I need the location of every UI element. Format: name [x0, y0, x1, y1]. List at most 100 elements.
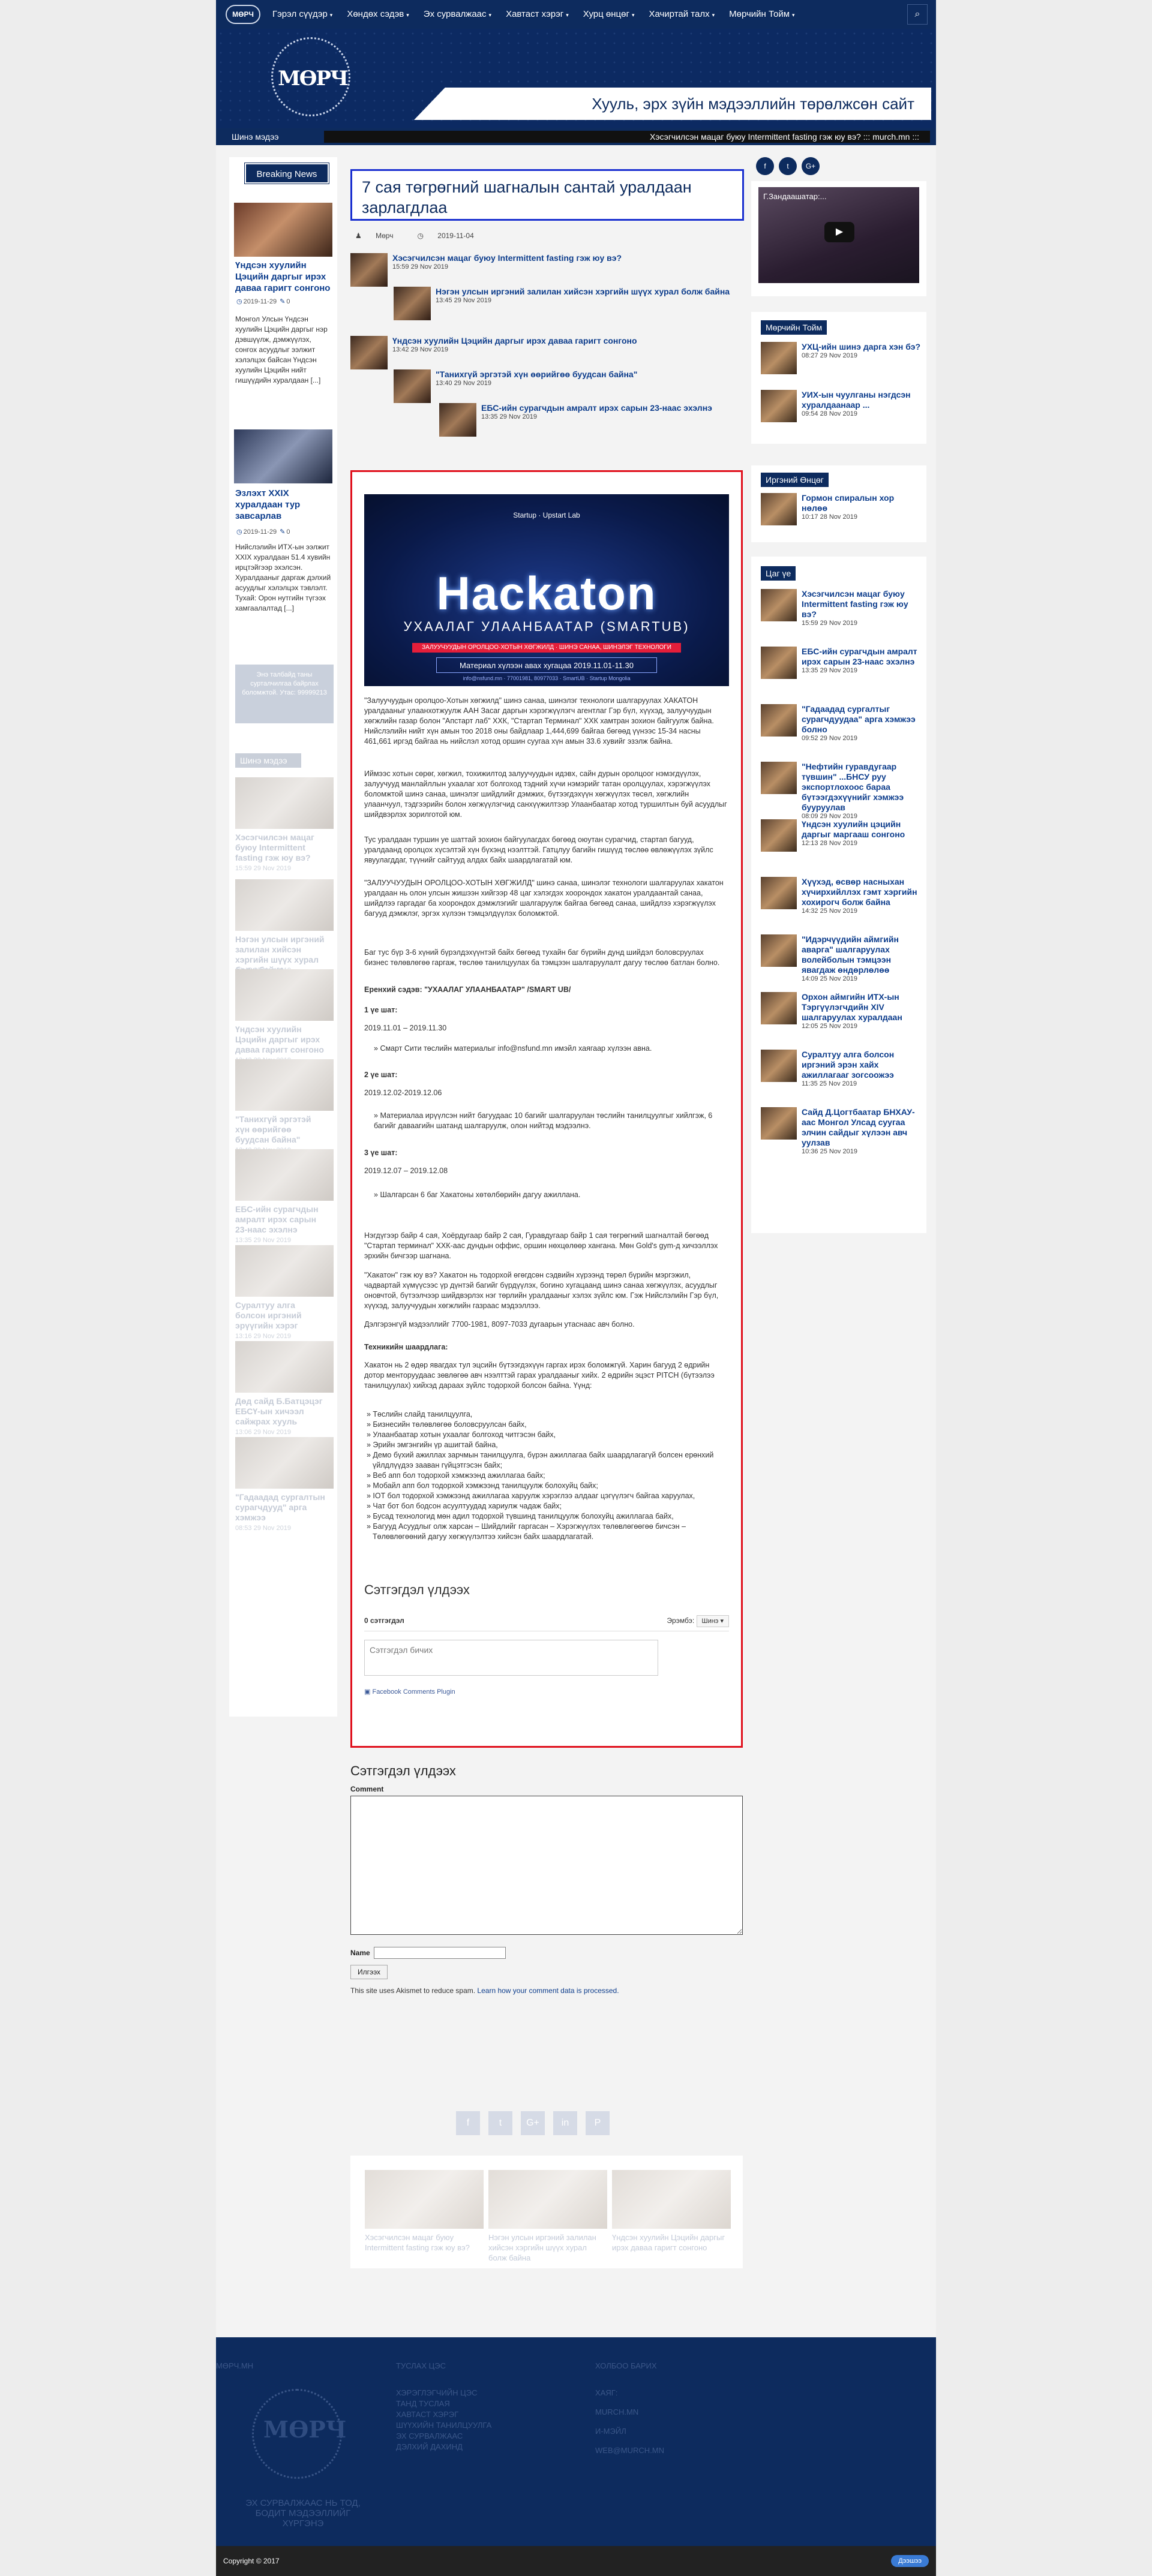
sidebar-news-item[interactable]: УИХ-ын чуулганы нэгдсэн хуралдаанаар ...… [761, 390, 922, 422]
footer-link[interactable]: ХАВТАСТ ХЭРЭГ [396, 2409, 491, 2420]
faded-news-image[interactable] [235, 1149, 334, 1201]
article-paragraph: Тус уралдаан туршин уе шаттай зохион бай… [364, 835, 713, 864]
related-post[interactable]: ЕБС-ийн сурагчдын амралт ирэх сарын 23-н… [439, 403, 712, 437]
faded-news-title[interactable]: Үндсэн хуулийн Цэцийн даргыг ирэх даваа … [235, 1024, 325, 1055]
submit-button[interactable]: Илгээх [350, 1965, 388, 1979]
nav-logo[interactable]: МӨРЧ [226, 5, 260, 24]
related-post[interactable]: Хэсэгчилсэн мацаг буюу Intermittent fast… [350, 253, 622, 287]
faded-news-date: 13:06 29 Nov 2019 [235, 1429, 291, 1436]
akismet-link[interactable]: Learn how your comment data is processed… [477, 1986, 619, 1995]
related-post[interactable]: "Танихгүй эргэтэй хүн өөрийгөө буудсан б… [394, 369, 637, 403]
sidebar-news-item[interactable]: "Нефтийн гуравдугаар түвшин" ...БНСУ руу… [761, 762, 922, 820]
facebook-icon[interactable]: f [456, 2111, 480, 2135]
tech-list: » Төслийн слайд танилцуулга, » Бизнесийн … [364, 1409, 729, 1542]
search-icon[interactable]: ⌕ [907, 4, 928, 25]
ad-placeholder[interactable]: Энэ талбайд таны сурталчилгаа байрлах бо… [235, 665, 334, 723]
nav-item[interactable]: Хавтаст хэрэг ▾ [499, 0, 576, 29]
faded-news-title[interactable]: Дөд сайд Б.Батцэцэг ЕБСҮ-ын хичээл сайжр… [235, 1396, 325, 1427]
faded-news-title[interactable]: "Танихгүй эргэтэй хүн өөрийгөө буудсан б… [235, 1114, 325, 1145]
nav-item[interactable]: Мөрчийн Тойм ▾ [722, 0, 802, 29]
related-articles: Хэсэгчилсэн мацаг буюу Intermittent fast… [350, 2156, 743, 2268]
article-title: 7 сая төгрөгний шагналын сантай уралдаан… [350, 169, 744, 221]
footer-link[interactable]: ДЭЛХИЙ ДАХИНД [396, 2442, 491, 2452]
sidebar-heading: Цаг үе [761, 566, 796, 581]
faded-news-title[interactable]: "Гадаадад сургалтын сурагчдууд" арга хэм… [235, 1492, 325, 1523]
sidebar-news-item[interactable]: Хүүхэд, өсвөр насныхан хүчирхийллэх гэмт… [761, 877, 922, 915]
faded-news-image[interactable] [235, 777, 334, 829]
sidebar-news-item[interactable]: Үндсэн хуулийн цэцийн даргыг маргааш сон… [761, 819, 922, 852]
sidebar-news-item[interactable]: Орхон аймгийн ИТХ-ын Тэргүүлэгчдийн XIV … [761, 992, 922, 1030]
left-news-meta: ◷ 2019-11-29 ✎ 0 [236, 528, 290, 536]
caret-down-icon: ▾ [631, 12, 635, 18]
faded-news-title[interactable]: Хэсэгчилсэн мацаг буюу Intermittent fast… [235, 832, 325, 863]
faded-news-image[interactable] [235, 969, 334, 1021]
name-input[interactable] [373, 1947, 506, 1959]
nav-item[interactable]: Эх сурвалжаас ▾ [416, 0, 499, 29]
linkedin-icon[interactable]: in [553, 2111, 577, 2135]
copyright: Copyright © 2017 [223, 2557, 280, 2565]
banner-partners: Startup · Upstart Lab [513, 511, 580, 519]
faded-news-image[interactable] [235, 1437, 334, 1489]
footer-link[interactable]: ТАНД ТУСЛАЯ [396, 2398, 491, 2409]
left-news-excerpt: Нийслэлийн ИТХ-ын ээлжит XXIX хуралдаан … [235, 543, 331, 612]
footer-logo[interactable]: МӨРЧ [252, 2389, 346, 2479]
nav-item[interactable]: Гэрэл сүүдэр ▾ [265, 0, 340, 29]
google-plus-icon[interactable]: G+ [521, 2111, 545, 2135]
footer-link[interactable]: ХЭРЭГЛЭГЧИЙН ЦЭС [396, 2388, 491, 2398]
related-post[interactable]: Үндсэн хуулийн Цэцийн даргыг ирэх даваа … [350, 336, 637, 369]
footer-contact-line: ХАЯГ: [595, 2388, 618, 2397]
faded-news-image[interactable] [235, 1059, 334, 1111]
pinterest-icon[interactable]: P [586, 2111, 610, 2135]
fb-comment-input[interactable]: Сэтгэгдэл бичих [364, 1640, 658, 1676]
caret-down-icon: ▾ [406, 12, 409, 18]
related-post[interactable]: Нэгэн улсын иргэний залилан хийсэн хэрги… [394, 287, 730, 320]
sidebar-news-item[interactable]: Суралтуу алга болсон иргэний эрэн хайх а… [761, 1050, 922, 1087]
video-player[interactable]: Г.Зандаашатар:... ▶ [758, 187, 919, 283]
left-news-title[interactable]: Үндсэн хуулийн Цэцийн даргыг ирэх даваа … [235, 260, 334, 294]
sidebar-news-item[interactable]: ЕБС-ийн сурагчдын амралт ирэх сарын 23-н… [761, 647, 922, 679]
sidebar-heading: Иргэний Өнцөг [761, 473, 829, 487]
facebook-icon[interactable]: f [756, 157, 774, 175]
back-to-top-button[interactable]: Дээшээ [891, 2555, 929, 2567]
faded-news-title[interactable]: Суралтуу алга болсон иргэний эрүүгийн хэ… [235, 1300, 325, 1331]
sidebar-news-item[interactable]: "Идэрчүүдийн аймгийн аварга" шалгаруулах… [761, 934, 922, 982]
site-footer: МӨРЧ.МН ТУСЛАХ ЦЭС ХОЛБОО БАРИХ МӨРЧ ЭХ … [216, 2337, 936, 2546]
comment-textarea[interactable] [350, 1796, 743, 1935]
site-logo[interactable]: МӨРЧ [271, 37, 350, 116]
sidebar-news-item[interactable]: Хэсэгчилсэн мацаг буюу Intermittent fast… [761, 589, 922, 627]
faded-news-title[interactable]: ЕБС-ийн сурагчдын амралт ирэх сарын 23-н… [235, 1204, 325, 1235]
footer-col-title: МӨРЧ.МН [216, 2361, 254, 2370]
sidebar-news-item[interactable]: Сайд Д.Цогтбаатар БНХАУ-аас Монгол Улсад… [761, 1107, 922, 1155]
sidebar-news-item[interactable]: "Гадаадад сургалтыг сурагчдуудаа" арга х… [761, 704, 922, 742]
nav-item[interactable]: Хурц өнцөг ▾ [576, 0, 642, 29]
tech-list-item: » Эрийн эмгэнгийн үр ашигтай байна, [367, 1441, 498, 1449]
sidebar-social: f t G+ [756, 157, 820, 175]
faded-news-image[interactable] [235, 1341, 334, 1393]
tech-list-item: » Чат бот бол бодсон асуултуудад хариулж… [367, 1502, 562, 1510]
article-paragraph: "ЗАЛУУЧУУДЫН ОРОЛЦОО-ХОТЫН ХӨГЖИЛД" шинэ… [364, 879, 724, 918]
nav-item[interactable]: Хачиртай талх ▾ [641, 0, 722, 29]
nav-item[interactable]: Хөндөх сэдэв ▾ [340, 0, 416, 29]
related-item[interactable]: Үндсэн хуулийн Цэцийн даргыг ирэх даваа … [612, 2170, 731, 2253]
ticker-text[interactable]: Хэсэгчилсэн мацаг буюу Intermittent fast… [324, 131, 930, 143]
left-news-meta: ◷ 2019-11-29 ✎ 0 [236, 298, 290, 305]
faded-news-image[interactable] [235, 879, 334, 931]
related-item[interactable]: Нэгэн улсын иргэний залилан хийсэн хэрги… [488, 2170, 607, 2263]
footer-contact-line: MURCH.MN [595, 2407, 639, 2416]
left-news-image[interactable] [234, 429, 332, 483]
footer-link[interactable]: ЭХ СУРВАЛЖААС [396, 2431, 491, 2442]
sidebar-news-item[interactable]: УХЦ-ийн шинэ дарга хэн бэ? 08:27 29 Nov 2… [761, 342, 922, 374]
sort-dropdown[interactable]: Шинэ ▾ [696, 1615, 729, 1627]
tech-list-item: » Багууд Асуудлыг олж харсан – Шийдлийг … [367, 1522, 686, 1541]
twitter-icon[interactable]: t [488, 2111, 512, 2135]
stage-text: » Материалаа ирүүлсэн нийт багуудаас 10 … [374, 1111, 713, 1130]
related-item[interactable]: Хэсэгчилсэн мацаг буюу Intermittent fast… [365, 2170, 484, 2253]
google-plus-icon[interactable]: G+ [802, 157, 820, 175]
fb-plugin-link[interactable]: ▣ Facebook Comments Plugin [364, 1688, 729, 1696]
faded-news-image[interactable] [235, 1245, 334, 1297]
left-news-image[interactable] [234, 203, 332, 257]
twitter-icon[interactable]: t [779, 157, 797, 175]
left-news-title[interactable]: Эзлэхт XXIX хуралдаан тур завсарлав [235, 488, 334, 522]
footer-link[interactable]: ШҮҮХИЙН ТАНИЛЦУУЛГА [396, 2420, 491, 2431]
sidebar-news-item[interactable]: Гормон спиралын хор нөлөө 10:17 28 Nov 20… [761, 493, 922, 525]
